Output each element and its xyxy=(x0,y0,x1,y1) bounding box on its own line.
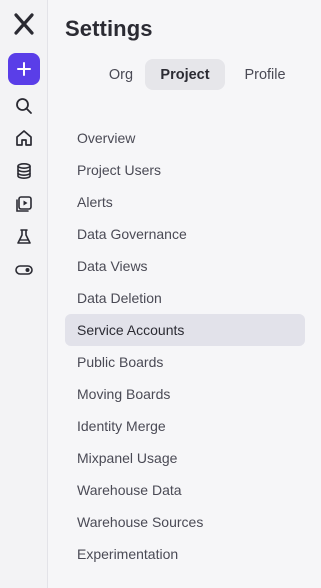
settings-menu: Overview Project Users Alerts Data Gover… xyxy=(65,122,305,570)
menu-item-alerts[interactable]: Alerts xyxy=(65,186,305,218)
menu-item-mixpanel-usage[interactable]: Mixpanel Usage xyxy=(65,442,305,474)
menu-item-warehouse-sources[interactable]: Warehouse Sources xyxy=(65,506,305,538)
menu-item-data-views[interactable]: Data Views xyxy=(65,250,305,282)
database-icon[interactable] xyxy=(8,155,40,187)
tab-profile[interactable]: Profile xyxy=(225,59,305,90)
toggle-icon[interactable] xyxy=(8,254,40,286)
menu-item-warehouse-data[interactable]: Warehouse Data xyxy=(65,474,305,506)
left-nav-rail xyxy=(0,0,48,588)
menu-item-service-accounts[interactable]: Service Accounts xyxy=(65,314,305,346)
plus-icon xyxy=(17,62,31,76)
menu-item-overview[interactable]: Overview xyxy=(65,122,305,154)
settings-tabs: Org Project Profile xyxy=(65,59,313,91)
menu-item-public-boards[interactable]: Public Boards xyxy=(65,346,305,378)
create-new-button[interactable] xyxy=(8,53,40,85)
home-icon[interactable] xyxy=(8,122,40,154)
flask-icon[interactable] xyxy=(8,221,40,253)
mixpanel-logo-icon[interactable] xyxy=(8,8,40,40)
menu-item-identity-merge[interactable]: Identity Merge xyxy=(65,410,305,442)
search-icon[interactable] xyxy=(8,90,40,122)
menu-item-moving-boards[interactable]: Moving Boards xyxy=(65,378,305,410)
menu-item-project-users[interactable]: Project Users xyxy=(65,154,305,186)
settings-panel: Settings Org Project Profile Overview Pr… xyxy=(49,0,321,588)
page-title: Settings xyxy=(65,16,153,41)
menu-item-data-deletion[interactable]: Data Deletion xyxy=(65,282,305,314)
menu-item-experimentation[interactable]: Experimentation xyxy=(65,538,305,570)
tab-project[interactable]: Project xyxy=(145,59,225,90)
menu-item-data-governance[interactable]: Data Governance xyxy=(65,218,305,250)
play-library-icon[interactable] xyxy=(8,188,40,220)
